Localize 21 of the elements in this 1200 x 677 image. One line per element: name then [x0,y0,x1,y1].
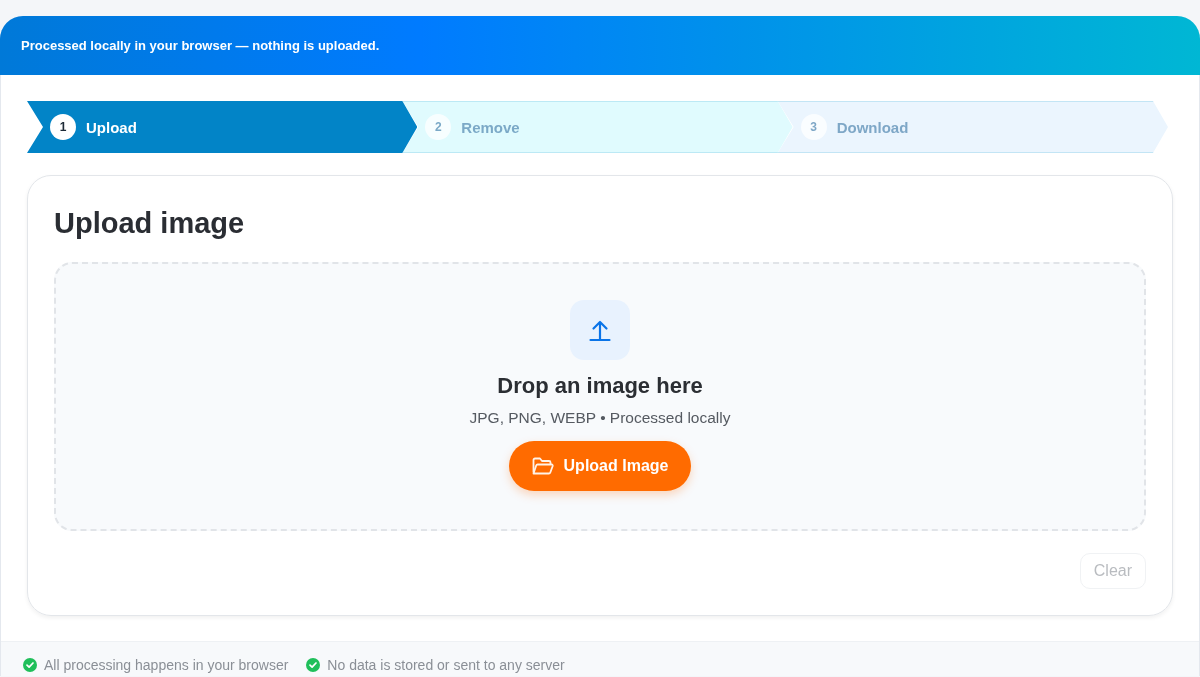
drop-zone[interactable]: Drop an image here JPG, PNG, WEBP • Processed locally Upload Image [54,262,1146,531]
drop-heading: Drop an image here [497,373,703,399]
banner-text: Processed locally in your browser — nothing is uploaded. [21,38,380,53]
folder-icon [531,457,554,475]
check-circle-icon [23,658,37,672]
step-label: Remove [461,118,520,136]
check-circle-icon [306,658,321,672]
upload-image-button[interactable]: Upload Image [509,441,691,491]
file-types-hint: JPG, PNG, WEBP • Processed locally [469,409,731,427]
step-number: 2 [425,114,452,140]
step-number: 1 [50,114,76,140]
step-label: Download [836,118,909,136]
footer-note: No data is stored or sent to any server [327,657,565,673]
step-label: Upload [86,118,137,136]
upload-icon [570,300,630,360]
footer-note: All processing happens in your browser [44,657,289,673]
step-tab[interactable]: 1 Upload [27,101,418,153]
step-number: 3 [800,114,827,140]
step-tab[interactable]: 3 Download [777,101,1168,153]
card-title: Upload image [54,206,246,240]
step-tab[interactable]: 2 Remove [402,101,793,153]
